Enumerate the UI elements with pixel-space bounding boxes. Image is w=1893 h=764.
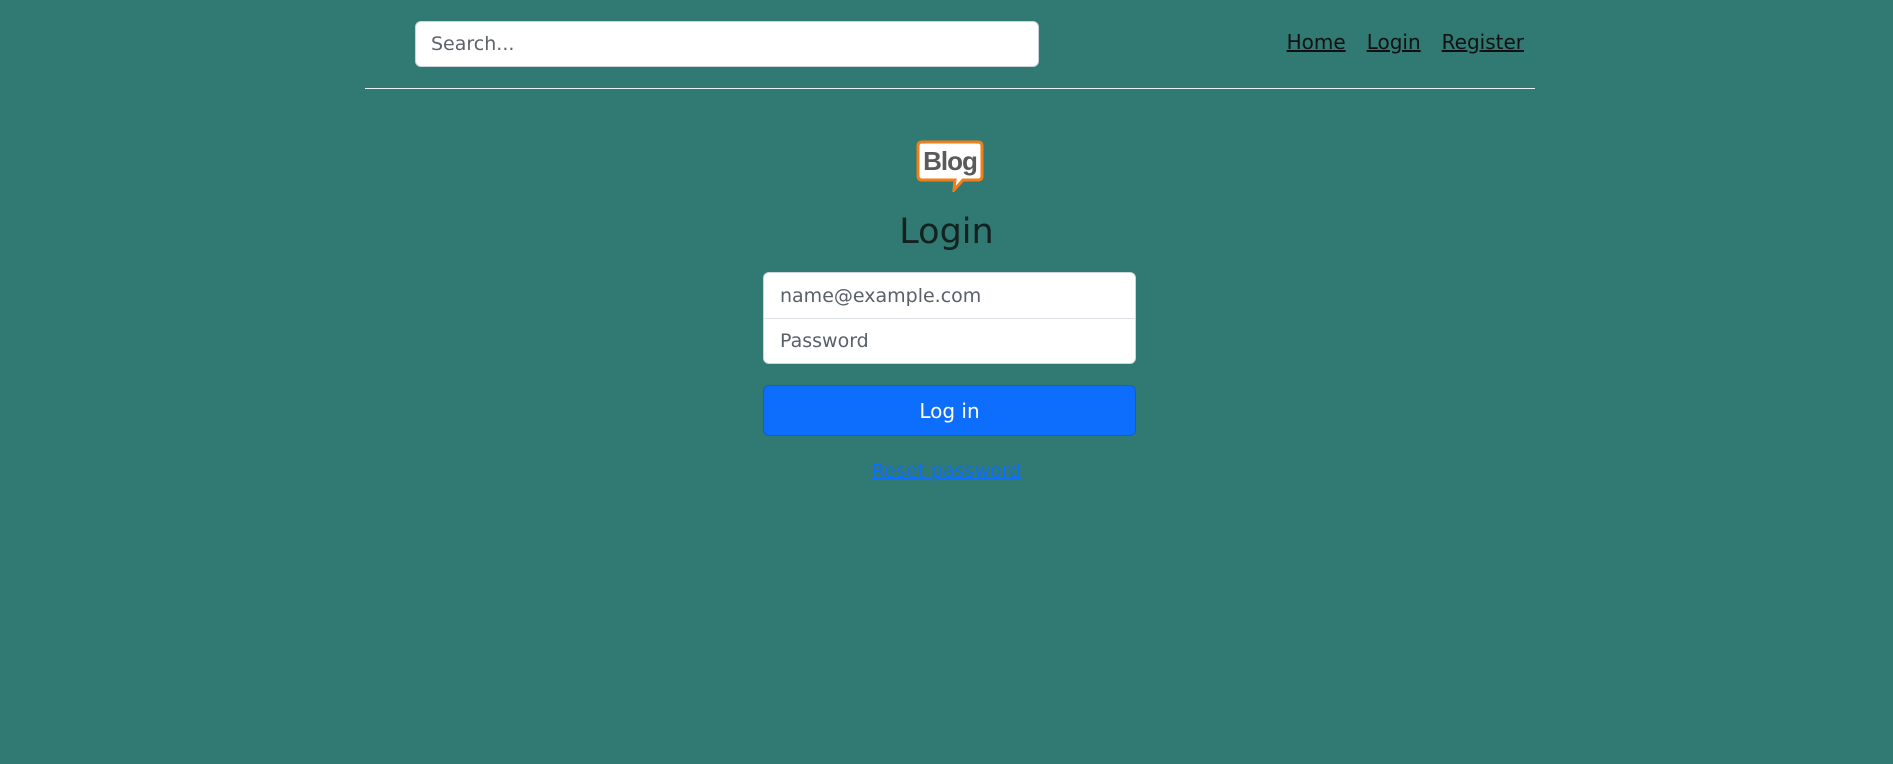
email-field[interactable] <box>764 273 1135 318</box>
reset-password-link[interactable]: Reset password <box>872 460 1021 482</box>
logo-text: Blog <box>923 146 977 176</box>
nav-link-home[interactable]: Home <box>1287 28 1346 56</box>
nav-link-login[interactable]: Login <box>1367 28 1421 56</box>
login-button[interactable]: Log in <box>763 385 1136 436</box>
reset-password-container: Reset password <box>0 460 1893 482</box>
credentials-group <box>763 272 1136 364</box>
blog-logo-icon: Blog <box>916 140 984 192</box>
search-input[interactable] <box>415 21 1039 67</box>
nav-link-register[interactable]: Register <box>1442 28 1524 56</box>
page-title: Login <box>899 212 994 252</box>
header: Home Login Register <box>365 0 1535 89</box>
page: Home Login Register Blog Login Log in Re… <box>0 0 1893 764</box>
password-field[interactable] <box>764 318 1135 363</box>
top-nav: Home Login Register <box>1287 28 1524 56</box>
login-form: Log in <box>763 272 1136 436</box>
